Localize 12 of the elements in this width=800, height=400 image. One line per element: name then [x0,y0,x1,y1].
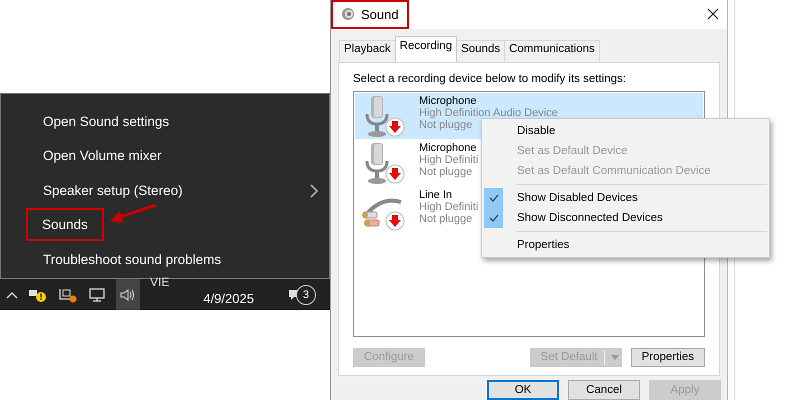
device-description: High Definiti [419,154,478,166]
device-name: Line In [419,188,452,201]
device-status: Not plugge [419,212,472,225]
device-name: Microphone [419,142,476,154]
device-name: Microphone [419,94,476,107]
notification-count: 3 [296,284,316,304]
window-title: Sound [361,6,399,22]
device-description: High Definition Audio Device [419,106,558,119]
device-status: Not plugge [419,118,472,131]
device-status: Not plugge [419,166,472,178]
instruction-text: Select a recording device below to modify its settings: [353,72,627,85]
device-description: High Definiti [419,200,478,213]
